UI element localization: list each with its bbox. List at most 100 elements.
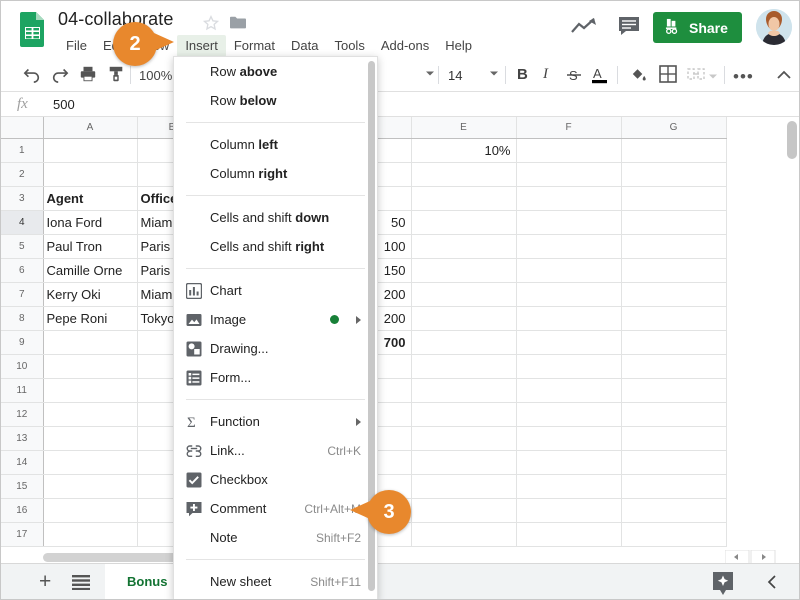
cell-A9[interactable] xyxy=(43,330,138,355)
menu-item-addons[interactable]: Add-ons xyxy=(373,35,437,57)
menu-option-checkbox[interactable]: Checkbox xyxy=(174,465,377,494)
row-header-17[interactable]: 17 xyxy=(1,522,44,547)
cell-E7[interactable] xyxy=(411,282,517,307)
menu-option-comment[interactable]: Comment Ctrl+Alt+M xyxy=(174,494,377,523)
menu-option-cells-and-shift-down[interactable]: Cells and shift down xyxy=(174,203,377,232)
cell-A7[interactable]: Kerry Oki xyxy=(43,282,138,307)
column-header-g[interactable]: G xyxy=(621,117,727,139)
row-header-1[interactable]: 1 xyxy=(1,138,44,163)
star-icon[interactable] xyxy=(202,14,220,32)
vertical-scrollbar[interactable] xyxy=(787,119,797,551)
menu-option-drawing[interactable]: Drawing... xyxy=(174,334,377,363)
cell-F2[interactable] xyxy=(516,162,622,187)
row-header-5[interactable]: 5 xyxy=(1,234,44,259)
all-sheets-icon[interactable] xyxy=(72,574,90,595)
user-avatar[interactable] xyxy=(756,9,792,45)
cell-E13[interactable] xyxy=(411,426,517,451)
cell-G8[interactable] xyxy=(621,306,727,331)
cell-F8[interactable] xyxy=(516,306,622,331)
row-header-8[interactable]: 8 xyxy=(1,306,44,331)
row-header-7[interactable]: 7 xyxy=(1,282,44,307)
menu-item-insert[interactable]: Insert xyxy=(177,35,226,57)
cell-A16[interactable] xyxy=(43,498,138,523)
cell-G17[interactable] xyxy=(621,522,727,547)
column-header-a[interactable]: A xyxy=(43,117,138,139)
cell-E10[interactable] xyxy=(411,354,517,379)
fill-color-icon[interactable] xyxy=(629,65,648,88)
cell-F7[interactable] xyxy=(516,282,622,307)
cell-G10[interactable] xyxy=(621,354,727,379)
menu-option-chart[interactable]: Chart xyxy=(174,276,377,305)
cell-E11[interactable] xyxy=(411,378,517,403)
menu-option-row-above[interactable]: Row above xyxy=(174,57,377,86)
cell-G13[interactable] xyxy=(621,426,727,451)
cell-A4[interactable]: Iona Ford xyxy=(43,210,138,235)
menu-option-image[interactable]: Image xyxy=(174,305,377,334)
cell-A12[interactable] xyxy=(43,402,138,427)
menu-item-data[interactable]: Data xyxy=(283,35,326,57)
cell-E17[interactable] xyxy=(411,522,517,547)
cell-E8[interactable] xyxy=(411,306,517,331)
column-header-f[interactable]: F xyxy=(516,117,622,139)
menu-item-format[interactable]: Format xyxy=(226,35,283,57)
italic-button[interactable]: I xyxy=(543,66,548,83)
cell-A13[interactable] xyxy=(43,426,138,451)
print-icon[interactable] xyxy=(79,65,97,88)
menu-option-column-left[interactable]: Column left xyxy=(174,130,377,159)
cell-G5[interactable] xyxy=(621,234,727,259)
cell-E4[interactable] xyxy=(411,210,517,235)
cell-F9[interactable] xyxy=(516,330,622,355)
cell-G1[interactable] xyxy=(621,138,727,163)
cell-F13[interactable] xyxy=(516,426,622,451)
collapse-sidebar-icon[interactable] xyxy=(766,574,778,594)
scroll-arrow-buttons[interactable] xyxy=(724,549,777,565)
share-button[interactable]: Share xyxy=(653,12,742,43)
bold-button[interactable]: B xyxy=(517,66,528,83)
cell-A17[interactable] xyxy=(43,522,138,547)
select-all-corner[interactable] xyxy=(1,117,44,139)
menu-option-row-below[interactable]: Row below xyxy=(174,86,377,115)
menu-option-cells-and-shift-right[interactable]: Cells and shift right xyxy=(174,232,377,261)
row-header-14[interactable]: 14 xyxy=(1,450,44,475)
cell-E1[interactable]: 10% xyxy=(411,138,517,163)
cell-A11[interactable] xyxy=(43,378,138,403)
text-color-button[interactable]: A xyxy=(591,65,608,89)
cell-F14[interactable] xyxy=(516,450,622,475)
cell-E9[interactable] xyxy=(411,330,517,355)
cell-G3[interactable] xyxy=(621,186,727,211)
cell-A2[interactable] xyxy=(43,162,138,187)
cell-E16[interactable] xyxy=(411,498,517,523)
cell-G6[interactable] xyxy=(621,258,727,283)
cell-F10[interactable] xyxy=(516,354,622,379)
menu-option-function[interactable]: Σ Function xyxy=(174,407,377,436)
row-header-10[interactable]: 10 xyxy=(1,354,44,379)
cell-G16[interactable] xyxy=(621,498,727,523)
row-header-16[interactable]: 16 xyxy=(1,498,44,523)
font-size-value[interactable]: 14 xyxy=(448,68,462,83)
cell-A6[interactable]: Camille Orne xyxy=(43,258,138,283)
menu-item-tools[interactable]: Tools xyxy=(326,35,372,57)
cell-E2[interactable] xyxy=(411,162,517,187)
comment-icon[interactable] xyxy=(617,15,641,37)
row-header-6[interactable]: 6 xyxy=(1,258,44,283)
add-sheet-button[interactable]: + xyxy=(39,571,51,592)
row-header-13[interactable]: 13 xyxy=(1,426,44,451)
row-header-11[interactable]: 11 xyxy=(1,378,44,403)
activity-trend-icon[interactable] xyxy=(569,15,599,37)
cell-E12[interactable] xyxy=(411,402,517,427)
formula-input[interactable]: 500 xyxy=(53,97,75,112)
menu-item-file[interactable]: File xyxy=(58,35,95,57)
cell-G4[interactable] xyxy=(621,210,727,235)
cell-E14[interactable] xyxy=(411,450,517,475)
cell-A1[interactable] xyxy=(43,138,138,163)
row-header-4[interactable]: 4 xyxy=(1,210,44,235)
cell-G14[interactable] xyxy=(621,450,727,475)
cell-A8[interactable]: Pepe Roni xyxy=(43,306,138,331)
menu-option-new-sheet[interactable]: New sheet Shift+F11 xyxy=(174,567,377,596)
row-header-2[interactable]: 2 xyxy=(1,162,44,187)
cell-F11[interactable] xyxy=(516,378,622,403)
redo-icon[interactable] xyxy=(51,65,69,88)
horizontal-scrollbar-thumb[interactable] xyxy=(43,553,178,562)
font-family-dropdown-arrow[interactable] xyxy=(425,65,435,83)
row-header-15[interactable]: 15 xyxy=(1,474,44,499)
